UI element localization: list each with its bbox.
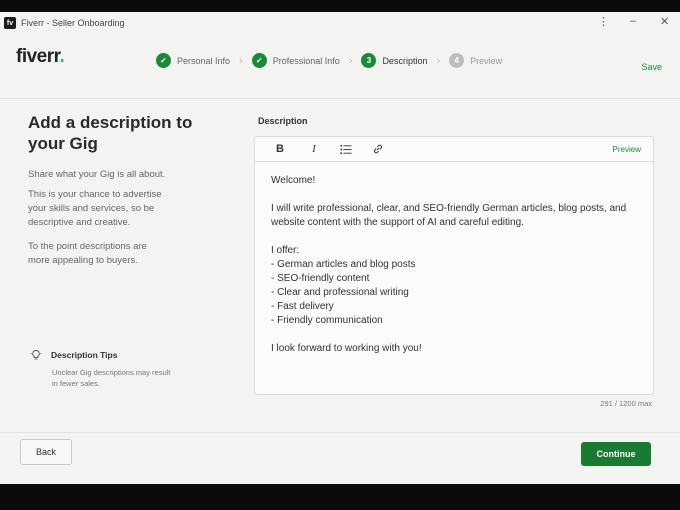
- progress-steps: ✓ Personal Info › ✓ Professional Info › …: [156, 53, 502, 68]
- step-number: 4: [449, 53, 465, 68]
- bold-button[interactable]: B: [273, 142, 287, 156]
- top-navigation: fiverr. ✓ Personal Info › ✓ Professional…: [0, 34, 680, 99]
- page-title: Add a description to your Gig: [28, 113, 193, 153]
- tips-text: Unclear Gig descriptions may result in f…: [52, 368, 171, 388]
- intro-panel: Add a description to your Gig Share what…: [28, 112, 228, 268]
- app-icon: fv: [4, 17, 16, 29]
- checkmark-icon: ✓: [251, 53, 267, 68]
- intro-text: To the point descriptions are more appea…: [28, 241, 147, 266]
- close-button[interactable]: ✕: [660, 15, 669, 28]
- description-editor[interactable]: B I Preview Welcome! I will write profes…: [254, 136, 654, 395]
- footer-bar: Back Continue: [0, 432, 680, 484]
- step-label: Personal Info: [177, 55, 231, 66]
- save-button[interactable]: Save: [641, 62, 662, 72]
- bullet-list-button[interactable]: [339, 142, 353, 156]
- link-icon: [374, 144, 382, 154]
- logo-dot: .: [59, 46, 65, 67]
- description-textarea[interactable]: Welcome! I will write professional, clea…: [255, 162, 653, 368]
- lightbulb-icon: [30, 350, 42, 360]
- intro-text: Share what your Gig is all about.: [28, 169, 166, 180]
- preview-link[interactable]: Preview: [613, 145, 641, 154]
- window-title: Fiverr - Seller Onboarding: [21, 18, 125, 28]
- editor-toolbar: B I Preview: [255, 137, 653, 162]
- logo-text: fiverr: [16, 46, 60, 67]
- minimize-button[interactable]: –: [630, 15, 636, 27]
- italic-button[interactable]: I: [307, 142, 321, 156]
- step-label: Description: [382, 55, 428, 66]
- step-preview[interactable]: 4 Preview: [449, 53, 502, 68]
- character-counter: 291 / 1200 max: [600, 399, 652, 408]
- continue-button[interactable]: Continue: [581, 442, 651, 466]
- chevron-right-icon: ›: [348, 54, 353, 67]
- more-options-icon[interactable]: ⋮: [598, 15, 609, 28]
- step-number: 3: [361, 53, 377, 68]
- description-tips: Description Tips Unclear Gig description…: [30, 349, 230, 389]
- back-button[interactable]: Back: [20, 439, 72, 465]
- step-label: Preview: [470, 55, 503, 66]
- step-professional-info[interactable]: ✓ Professional Info: [251, 53, 340, 68]
- bullet-list-icon: [340, 144, 352, 154]
- checkmark-icon: ✓: [156, 53, 171, 68]
- step-label: Professional Info: [272, 55, 340, 66]
- step-personal-info[interactable]: ✓ Personal Info: [156, 53, 230, 68]
- fiverr-logo[interactable]: fiverr.: [16, 46, 65, 68]
- step-description[interactable]: 3 Description: [361, 53, 427, 68]
- tips-title: Description Tips: [51, 350, 118, 360]
- intro-text: This is your chance to advertise your sk…: [28, 189, 162, 228]
- link-button[interactable]: [371, 142, 385, 156]
- app-window: fv Fiverr - Seller Onboarding ⋮ – ✕ five…: [0, 12, 680, 484]
- chevron-right-icon: ›: [436, 54, 441, 67]
- title-bar: fv Fiverr - Seller Onboarding ⋮ – ✕: [0, 12, 680, 34]
- chevron-right-icon: ›: [239, 54, 243, 67]
- description-label: Description: [258, 116, 308, 126]
